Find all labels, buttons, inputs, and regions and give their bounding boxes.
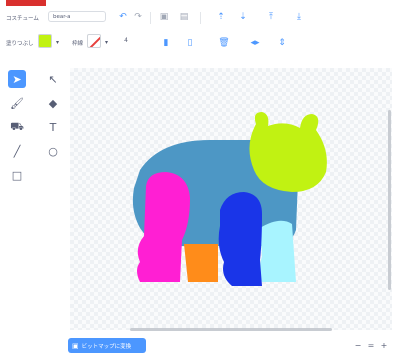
bear-head [249,112,327,192]
bear-leg-back-right [260,220,296,282]
zoom-reset-icon[interactable]: = [366,340,376,350]
image-icon: ▣ [72,341,79,350]
vertical-scrollbar[interactable] [388,110,391,290]
convert-button-label: ビットマップに変換 [81,343,132,350]
convert-to-bitmap-button[interactable]: ▣ ビットマップに変換 [68,338,146,353]
zoom-out-icon[interactable]: − [353,340,363,350]
bear-leg-back-left [184,244,218,282]
bear-costume-drawing[interactable] [0,0,393,355]
horizontal-scrollbar[interactable] [130,328,332,331]
bear-leg-front-right [218,192,262,286]
zoom-in-icon[interactable]: + [379,340,389,350]
